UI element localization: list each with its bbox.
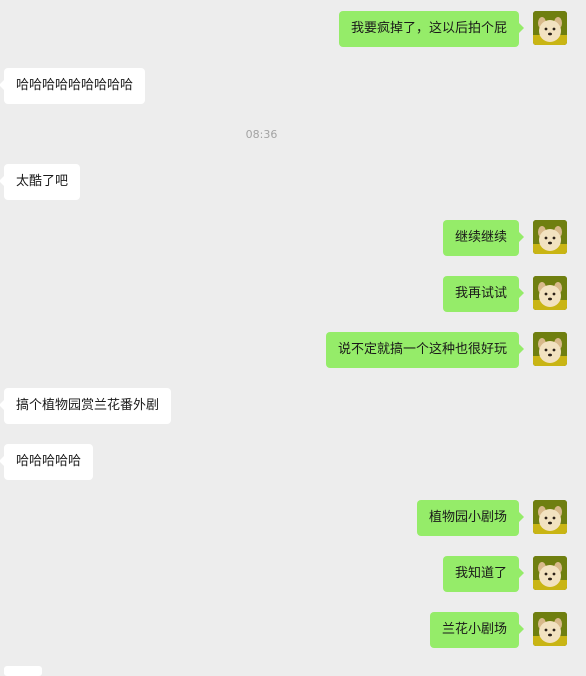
avatar-dog-photo-icon[interactable] bbox=[533, 332, 567, 366]
message-row-outgoing: 兰花小剧场 bbox=[0, 612, 586, 648]
avatar-dog-photo-icon[interactable] bbox=[533, 612, 567, 646]
message-row-outgoing: 说不定就搞一个这种也很好玩 bbox=[0, 332, 586, 368]
avatar-dog-photo-icon[interactable] bbox=[533, 11, 567, 45]
outgoing-message-bubble[interactable]: 说不定就搞一个这种也很好玩 bbox=[325, 332, 525, 368]
message-row-outgoing: 我再试试 bbox=[0, 276, 586, 312]
outgoing-message-bubble[interactable]: 我知道了 bbox=[442, 556, 525, 592]
message-row-incoming: 哈哈哈哈哈哈哈哈哈 bbox=[0, 68, 586, 104]
chat-message-list[interactable]: 我要疯掉了，这以后拍个屁 哈哈哈哈哈哈哈哈哈 08:36 太酷了吧 继续继续 我… bbox=[0, 0, 586, 676]
avatar-dog-photo-icon[interactable] bbox=[533, 556, 567, 590]
outgoing-message-bubble[interactable]: 我再试试 bbox=[442, 276, 525, 312]
incoming-message-bubble[interactable]: 哈哈哈哈哈哈哈哈哈 bbox=[0, 68, 146, 104]
message-row-outgoing: 我要疯掉了，这以后拍个屁 bbox=[0, 11, 586, 47]
incoming-message-bubble[interactable]: 搞个植物园赏兰花番外剧 bbox=[0, 388, 172, 424]
incoming-message-bubble-partial[interactable] bbox=[4, 666, 42, 676]
message-row-outgoing: 我知道了 bbox=[0, 556, 586, 592]
outgoing-message-bubble[interactable]: 继续继续 bbox=[442, 220, 525, 256]
avatar-dog-photo-icon[interactable] bbox=[533, 220, 567, 254]
message-row-outgoing: 继续继续 bbox=[0, 220, 586, 256]
message-timestamp: 08:36 bbox=[245, 128, 278, 141]
message-row-incoming: 哈哈哈哈哈 bbox=[0, 444, 586, 480]
message-row-outgoing: 植物园小剧场 bbox=[0, 500, 586, 536]
outgoing-message-bubble[interactable]: 我要疯掉了，这以后拍个屁 bbox=[338, 11, 525, 47]
incoming-message-bubble[interactable]: 太酷了吧 bbox=[0, 164, 81, 200]
message-row-incoming: 太酷了吧 bbox=[0, 164, 586, 200]
avatar-dog-photo-icon[interactable] bbox=[533, 276, 567, 310]
incoming-message-bubble[interactable]: 哈哈哈哈哈 bbox=[0, 444, 94, 480]
message-row-incoming: 搞个植物园赏兰花番外剧 bbox=[0, 388, 586, 424]
avatar-dog-photo-icon[interactable] bbox=[533, 500, 567, 534]
outgoing-message-bubble[interactable]: 兰花小剧场 bbox=[429, 612, 525, 648]
outgoing-message-bubble[interactable]: 植物园小剧场 bbox=[416, 500, 525, 536]
